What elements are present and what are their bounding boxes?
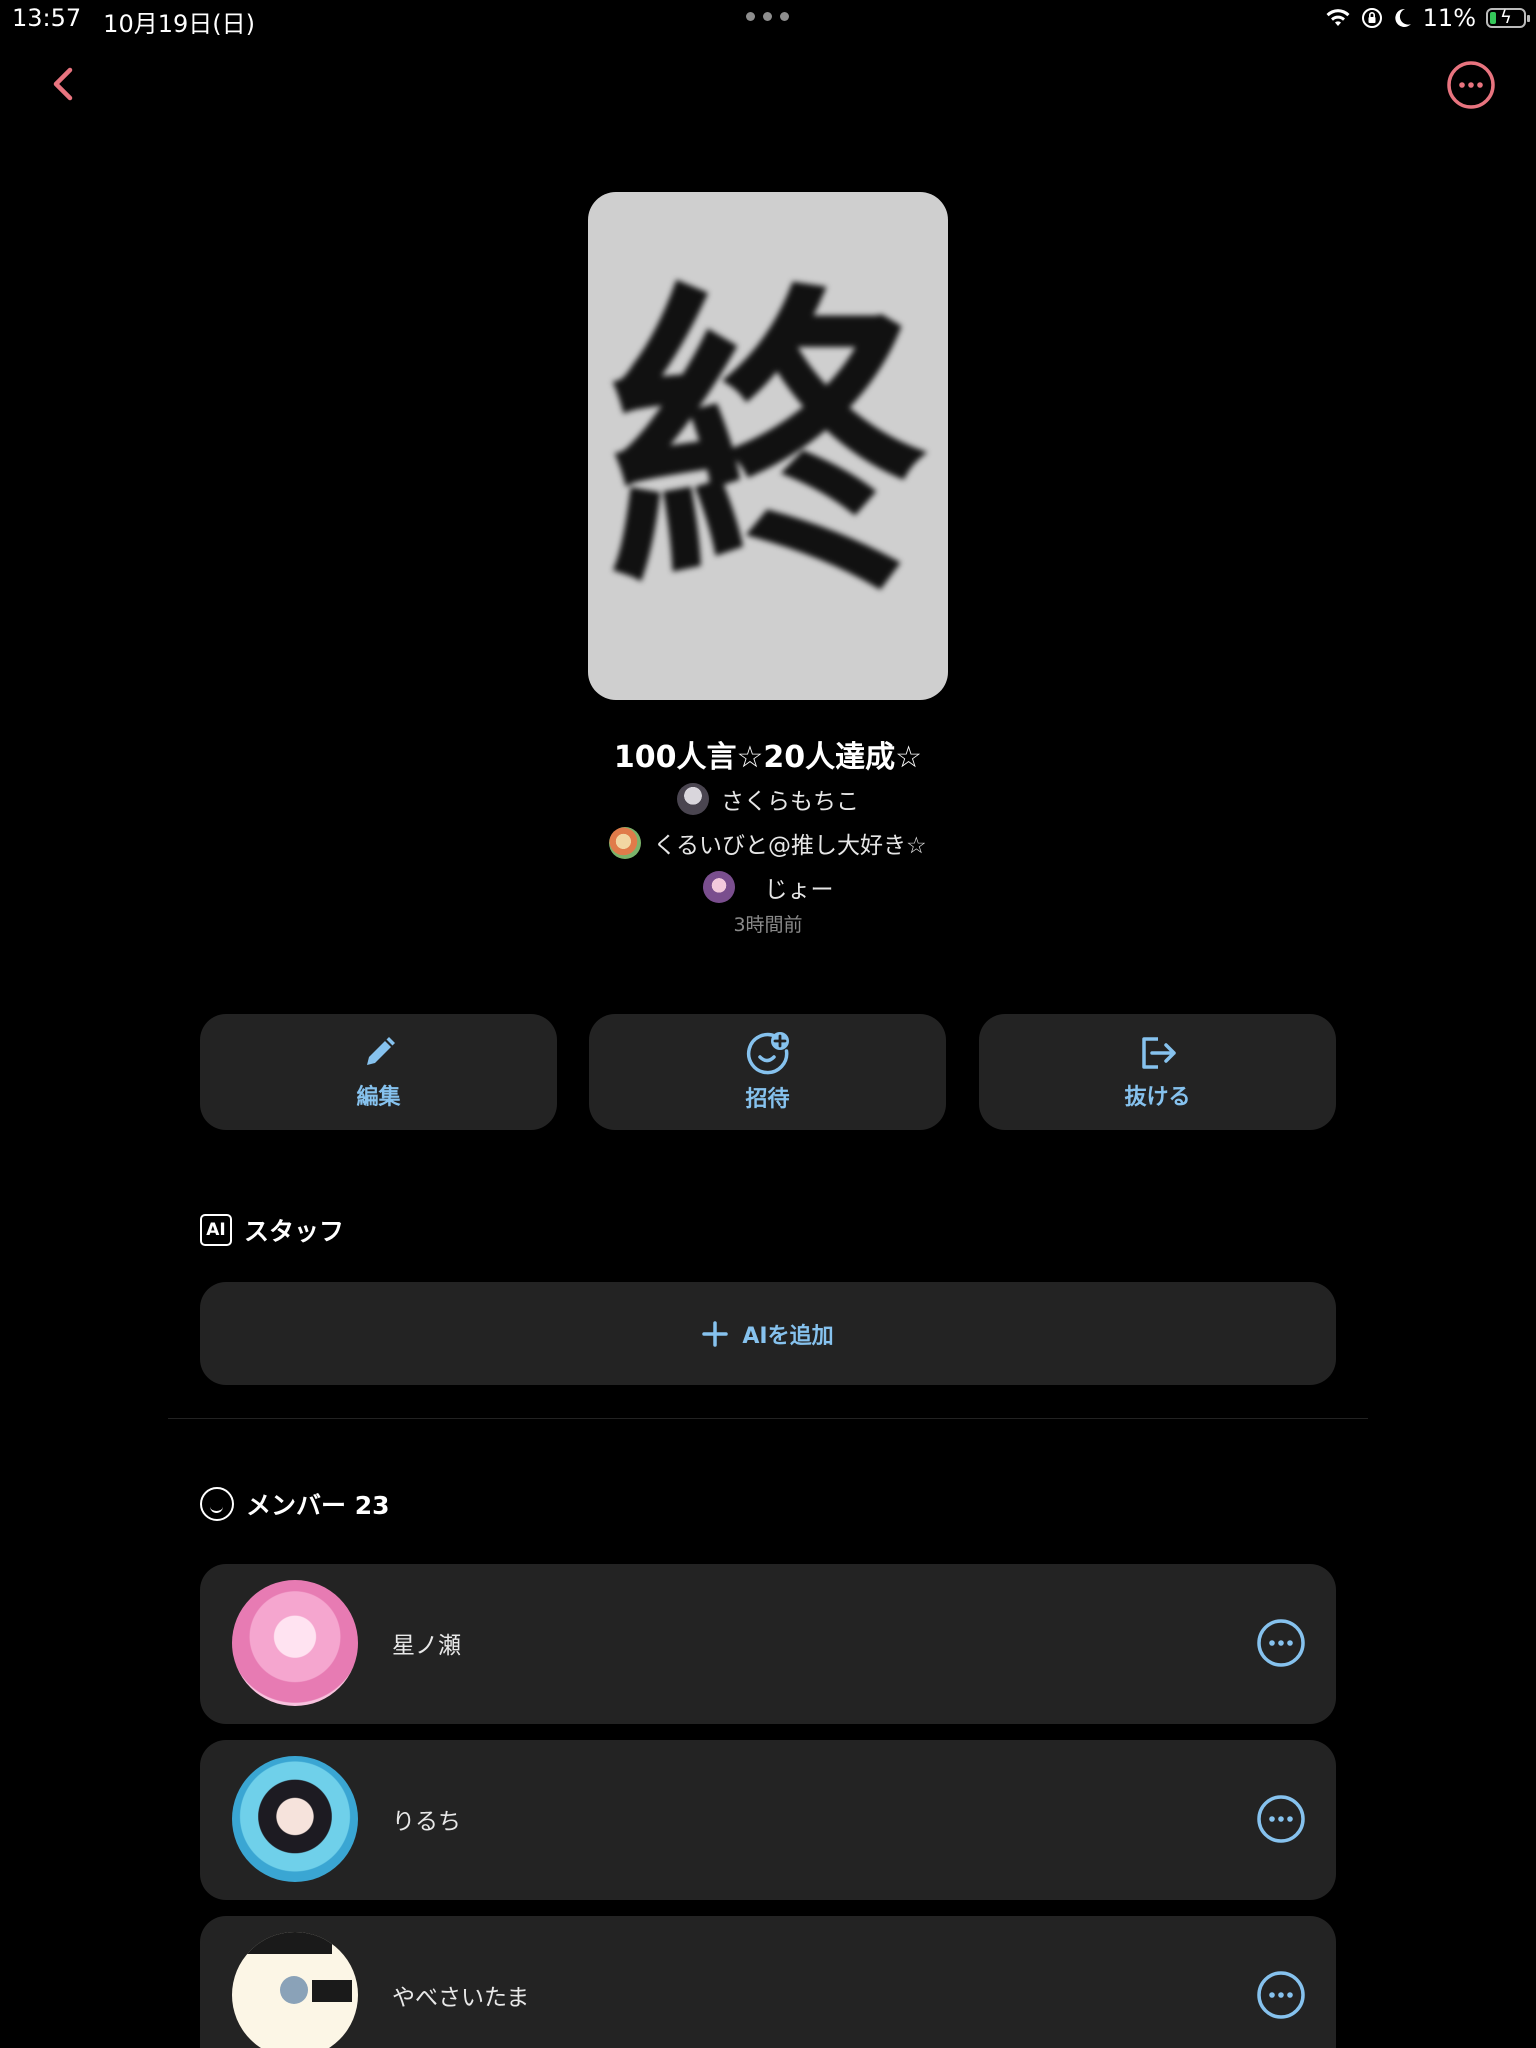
group-detail-screen: 13:57 10月19日(日) 11% ϟ 終 100人言☆20人達成☆ さくら…: [0, 0, 1536, 2048]
multitasking-dots[interactable]: [746, 12, 789, 21]
author-avatar: [609, 827, 642, 859]
battery-icon: ϟ: [1486, 8, 1530, 28]
member-row[interactable]: 星ノ瀬: [200, 1564, 1336, 1724]
status-time: 13:57: [12, 4, 82, 32]
invite-label: 招待: [745, 1087, 790, 1112]
member-row[interactable]: りるち: [200, 1740, 1336, 1900]
member-name: 星ノ瀬: [392, 1633, 461, 1659]
section-divider: [168, 1418, 1368, 1419]
staff-section-header: AI スタッフ: [200, 1212, 344, 1248]
member-more-button[interactable]: [1256, 1794, 1306, 1844]
author-name: じょー: [764, 877, 834, 903]
wifi-icon: [1326, 9, 1350, 26]
status-bar-left: 13:57 10月19日(日): [12, 4, 255, 39]
pencil-icon: [366, 1037, 395, 1065]
add-ai-label: AIを追加: [742, 1323, 834, 1349]
plus-icon: [702, 1320, 729, 1347]
more-options-button[interactable]: [1446, 60, 1496, 110]
author-row[interactable]: さくらもちこ: [0, 782, 1536, 816]
back-button[interactable]: [44, 60, 84, 108]
author-row[interactable]: じょー: [0, 870, 1536, 904]
author-row[interactable]: くるいびと@推し大好き☆: [0, 826, 1536, 860]
staff-heading: スタッフ: [244, 1217, 345, 1246]
members-heading: メンバー 23: [246, 1491, 390, 1520]
author-avatar: [702, 871, 735, 903]
edit-button[interactable]: 編集: [200, 1014, 557, 1130]
members-section-header: メンバー 23: [200, 1486, 390, 1522]
member-name: りるち: [392, 1809, 461, 1835]
cover-glyph: 終: [608, 260, 928, 632]
add-ai-button[interactable]: AIを追加: [200, 1282, 1336, 1385]
group-title: 100人言☆20人達成☆: [613, 740, 923, 775]
rotation-lock-icon: [1361, 8, 1382, 28]
member-more-button[interactable]: [1256, 1618, 1306, 1668]
invite-button[interactable]: 招待: [589, 1014, 946, 1130]
member-avatar[interactable]: [232, 1580, 358, 1706]
member-face-icon: [200, 1487, 234, 1521]
battery-percentage: 11%: [1422, 4, 1476, 32]
author-name: くるいびと@推し大好き☆: [653, 833, 927, 859]
add-person-icon: [746, 1032, 789, 1075]
member-more-button[interactable]: [1256, 1970, 1306, 2020]
member-avatar[interactable]: [232, 1932, 358, 2048]
author-name: さくらもちこ: [721, 789, 859, 815]
member-name: やべさいたま: [392, 1985, 530, 2011]
avatar-artwork: [242, 1932, 352, 2004]
leave-label: 抜ける: [1124, 1085, 1191, 1110]
updated-timestamp: 3時間前: [733, 914, 803, 936]
status-date: 10月19日(日): [103, 10, 255, 38]
group-cover-image[interactable]: 終: [588, 192, 948, 700]
member-row[interactable]: やべさいたま: [200, 1916, 1336, 2048]
edit-label: 編集: [356, 1085, 401, 1110]
ai-badge-icon: AI: [200, 1214, 232, 1246]
member-avatar[interactable]: [232, 1756, 358, 1882]
status-bar-right: 11% ϟ: [1325, 4, 1530, 32]
moon-icon: [1394, 8, 1411, 27]
author-avatar: [677, 783, 709, 815]
leave-button[interactable]: 抜ける: [979, 1014, 1336, 1130]
exit-icon: [1141, 1037, 1176, 1069]
